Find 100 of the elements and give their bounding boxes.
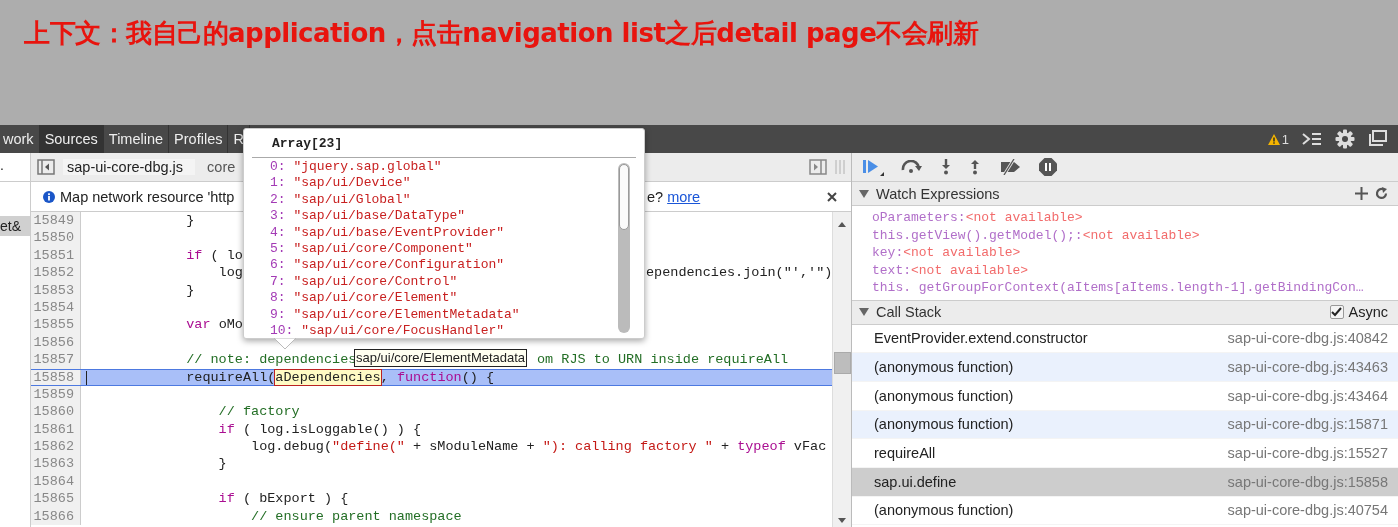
pause-icon[interactable]: [1039, 158, 1057, 176]
array-entry[interactable]: 3: "sap/ui/base/DataType": [270, 208, 644, 225]
section-title: Watch Expressions: [876, 185, 1000, 202]
code-line: var oMo: [185, 316, 243, 334]
navigator-item[interactable]: et&: [0, 216, 30, 236]
async-checkbox[interactable]: [1329, 305, 1344, 319]
array-entry[interactable]: 10: "sap/ui/core/FocusHandler": [270, 323, 644, 340]
deactivate-breakpoints-icon[interactable]: [998, 159, 1022, 175]
code-line: log.debug("define(" + sModuleName + "): calling factory " + typeof vFac: [250, 438, 827, 456]
source-location: sap-ui-core-dbg.js:15527: [1227, 445, 1388, 462]
line-number: 15863: [31, 455, 81, 473]
disclosure-triangle-icon[interactable]: [859, 308, 869, 316]
code-line: if ( lo: [185, 246, 243, 265]
line-number: 15849: [31, 212, 81, 230]
line-number: 15855: [31, 316, 81, 334]
call-frame[interactable]: (anonymous function) sap-ui-core-dbg.js:43463: [852, 353, 1398, 382]
file-tab[interactable]: core: [203, 159, 248, 175]
disclosure-triangle-icon[interactable]: [859, 189, 869, 198]
source-location: sap-ui-core-dbg.js:15871: [1227, 416, 1388, 433]
sidebar-toggle-icon[interactable]: [37, 159, 55, 175]
warning-count: 1: [1281, 131, 1289, 147]
warning-icon: [1267, 133, 1280, 145]
source-location: sap-ui-core-dbg.js:43464: [1227, 387, 1388, 404]
scroll-down-icon[interactable]: [838, 518, 846, 523]
refresh-icon[interactable]: [1375, 187, 1388, 200]
file-tab[interactable]: sap-ui-core-dbg.js: [63, 159, 196, 175]
section-header[interactable]: Call Stack Async: [852, 300, 1398, 325]
step-out-icon[interactable]: [969, 159, 981, 175]
warning-counter[interactable]: 1: [1267, 131, 1289, 147]
array-entry[interactable]: 6: "sap/ui/core/Configuration": [270, 257, 644, 274]
watch-expression[interactable]: oParameters:<not available>: [872, 209, 1398, 227]
line-number: 15857: [31, 351, 81, 369]
function-name: sap.ui.define: [874, 473, 957, 490]
function-name: (anonymous function): [874, 502, 1014, 519]
scroll-thumb[interactable]: [833, 352, 851, 374]
scroll-up-icon[interactable]: [838, 222, 846, 227]
array-entry[interactable]: 1: "sap/ui/Device": [270, 175, 644, 192]
drag-handle-icon[interactable]: [835, 160, 845, 174]
array-entry[interactable]: 2: "sap/ui/Global": [270, 191, 644, 209]
source-location: sap-ui-core-dbg.js:40842: [1227, 330, 1388, 347]
code-line-end: om RJS to URN inside requireAll: [537, 351, 789, 369]
watch-expression[interactable]: text:<not available>: [872, 261, 1398, 279]
array-entry[interactable]: 7: "sap/ui/core/Control": [270, 273, 644, 291]
source-location: sap-ui-core-dbg.js:40754: [1227, 502, 1388, 519]
async-label: Async: [1348, 304, 1388, 320]
function-name: requireAll: [874, 445, 936, 462]
call-frame[interactable]: (anonymous function) sap-ui-core-dbg.js:43464: [852, 381, 1398, 411]
dock-icon[interactable]: [1368, 130, 1388, 148]
code-line: // ensure parent namespace: [250, 507, 462, 526]
info-message: Map network resource 'http: [60, 188, 235, 205]
text-caret: [86, 370, 87, 385]
code-line: if ( bExport ) {: [217, 490, 349, 508]
settings-icon[interactable]: [1335, 129, 1355, 149]
array-entry[interactable]: 4: "sap/ui/base/EventProvider": [270, 224, 644, 242]
code-line-end: ependencies.join("','"): [646, 264, 832, 282]
line-number: 15862: [31, 438, 81, 456]
code-line: if ( log.isLoggable() ) {: [217, 420, 422, 439]
function-name: EventProvider.extend.constructor: [874, 330, 1088, 347]
info-message-end: e?: [647, 188, 664, 205]
call-frame[interactable]: sap.ui.define sap-ui-core-dbg.js:15858: [852, 467, 1398, 497]
step-over-icon[interactable]: [901, 160, 923, 174]
banner-caption: 上下文：我自己的application，点击navigation list之后detail page不会刷新: [24, 18, 979, 48]
add-icon[interactable]: [1355, 187, 1368, 200]
line-number: 15858: [31, 369, 81, 385]
more-link[interactable]: more: [667, 188, 701, 205]
console-drawer-icon[interactable]: [1302, 132, 1322, 146]
code-line: }: [185, 212, 195, 230]
watch-expression[interactable]: key:<not available>: [872, 244, 1398, 262]
line-number: 15865: [31, 490, 81, 508]
code-line: }: [185, 281, 195, 299]
code-line: requireAll(aDependencies, function() {: [185, 369, 495, 385]
code-line: log: [217, 264, 243, 282]
source-location: sap-ui-core-dbg.js:43463: [1227, 359, 1388, 376]
step-into-icon[interactable]: [940, 159, 952, 175]
line-number: 15860: [31, 403, 81, 421]
resume-icon[interactable]: [862, 158, 884, 176]
popover-title: Array[23]: [272, 135, 343, 151]
function-name: (anonymous function): [874, 387, 1014, 404]
close-icon[interactable]: [827, 191, 837, 202]
scrollbar[interactable]: [832, 212, 851, 527]
scroll-thumb[interactable]: [619, 164, 629, 230]
array-entry[interactable]: 0: "jquery.sap.global": [270, 159, 644, 176]
call-frame[interactable]: requireAll sap-ui-core-dbg.js:15527: [852, 439, 1398, 468]
info-icon: [43, 190, 55, 203]
debugger-toggle-icon[interactable]: [809, 159, 827, 175]
panel-tab[interactable]: Sources: [39, 125, 104, 153]
source-location: sap-ui-core-dbg.js:15858: [1227, 473, 1388, 490]
function-name: (anonymous function): [874, 359, 1014, 376]
array-entry[interactable]: 5: "sap/ui/core/Component": [270, 241, 644, 258]
value-tooltip: sap/ui/core/ElementMetadata: [354, 349, 528, 368]
array-entry[interactable]: 8: "sap/ui/core/Element": [270, 290, 644, 307]
call-frame[interactable]: (anonymous function) sap-ui-core-dbg.js:15871: [852, 410, 1398, 440]
navigator-item[interactable]: .: [0, 153, 30, 182]
line-number: 15852: [31, 264, 81, 282]
scrollbar[interactable]: [618, 163, 630, 333]
function-name: (anonymous function): [874, 416, 1014, 433]
watch-expression[interactable]: this.getView().getModel();:<not available>: [872, 226, 1398, 244]
array-entry[interactable]: 9: "sap/ui/core/ElementMetadata": [270, 306, 644, 324]
watch-expression[interactable]: this. getGroupForContext(aItems[aItems.length-1].getBindingCon…: [872, 279, 1398, 297]
section-header[interactable]: Watch Expressions: [852, 182, 1398, 206]
